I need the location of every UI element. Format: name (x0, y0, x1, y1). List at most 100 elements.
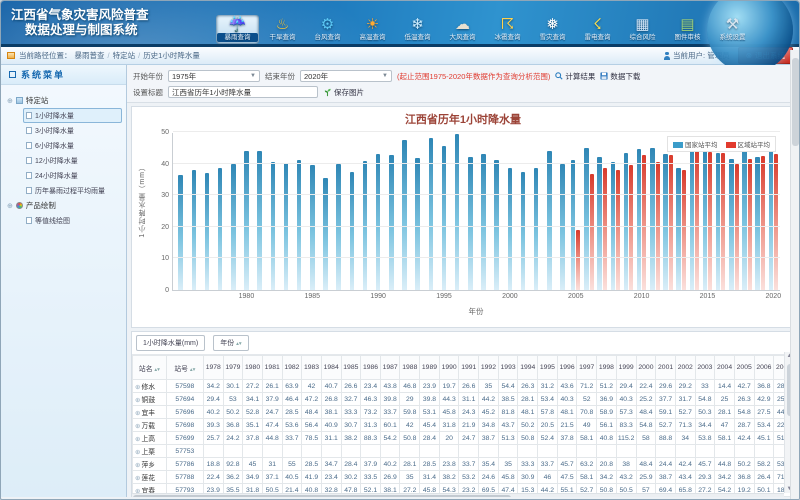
col-year-2001[interactable]: 2001 (656, 356, 676, 380)
sidebar-item-0-5[interactable]: 历年暴雨过程平均雨量 (23, 183, 122, 198)
col-year-1991[interactable]: 1991 (459, 356, 479, 380)
table-row[interactable]: ⊕修水5759834.230.127.226.163.94240.726.623… (133, 380, 794, 393)
col-year-2004[interactable]: 2004 (715, 356, 735, 380)
col-year-2006[interactable]: 2006 (754, 356, 774, 380)
bar-national-2013[interactable] (676, 168, 681, 290)
bar-national-2014[interactable] (690, 143, 695, 290)
bar-regional-2014[interactable] (695, 149, 699, 290)
bar-national-1994[interactable] (429, 138, 434, 290)
table-row[interactable]: ⊕萍乡5778618.892.845315528.534.728.437.940… (133, 458, 794, 471)
bar-national-2012[interactable] (663, 154, 668, 290)
toolbar-item-low-temp-query[interactable]: ❄低温查询 (396, 15, 439, 44)
col-year-2000[interactable]: 2000 (636, 356, 656, 380)
col-year-1996[interactable]: 1996 (557, 356, 577, 380)
col-year-1979[interactable]: 1979 (223, 356, 243, 380)
legend-item[interactable]: 区域站平均 (726, 139, 771, 149)
bar-national-2015[interactable] (703, 151, 708, 290)
end-year-select[interactable]: 2020年▼ (300, 70, 392, 82)
bar-national-1991[interactable] (389, 155, 394, 290)
bar-national-2010[interactable] (637, 149, 642, 290)
toolbar-item-hail-query[interactable]: ☈冰雹查询 (486, 15, 529, 44)
bar-national-1978[interactable] (218, 168, 223, 290)
toolbar-item-typhoon-query[interactable]: ⚙台风查询 (306, 15, 349, 44)
chart-title-input[interactable]: 江西省历年1小时降水量 (168, 86, 318, 98)
row-expand-icon[interactable]: ⊕ (135, 475, 140, 482)
bar-national-1996[interactable] (455, 134, 460, 290)
bar-national-2017[interactable] (729, 159, 734, 290)
col-year-1999[interactable]: 1999 (616, 356, 636, 380)
row-expand-icon[interactable]: ⊕ (135, 384, 140, 391)
table-row[interactable]: ⊕上栗57753 (133, 445, 794, 458)
bar-national-2002[interactable] (534, 168, 539, 290)
sidebar-item-0-1[interactable]: 3小时降水量 (23, 123, 122, 138)
bar-national-2000[interactable] (508, 168, 513, 290)
year-sort-box[interactable]: 年份 ▴▾ (213, 335, 248, 351)
row-expand-icon[interactable]: ⊕ (135, 462, 140, 469)
toolbar-item-snow-query[interactable]: ❅雪灾查询 (531, 15, 574, 44)
bar-national-1981[interactable] (257, 151, 262, 290)
col-year-1997[interactable]: 1997 (577, 356, 597, 380)
toolbar-item-comprehensive-risk[interactable]: ▦综合风险 (621, 15, 664, 44)
toolbar-item-rainstorm-query[interactable]: ☔暴雨查询 (216, 15, 259, 44)
bar-regional-2018[interactable] (748, 159, 752, 290)
bar-national-2018[interactable] (742, 144, 747, 290)
bar-national-2001[interactable] (521, 172, 526, 290)
col-year-1985[interactable]: 1985 (341, 356, 361, 380)
col-year-1995[interactable]: 1995 (538, 356, 558, 380)
toolbar-item-high-temp-query[interactable]: ☀高温查询 (351, 15, 394, 44)
table-row[interactable]: ⊕上高5769925.724.237.844.833.778.531.138.2… (133, 432, 794, 445)
bar-regional-2008[interactable] (616, 170, 620, 290)
sidebar-item-0-2[interactable]: 6小时降水量 (23, 138, 122, 153)
bar-national-2006[interactable] (584, 148, 589, 290)
bar-regional-2016[interactable] (721, 153, 725, 290)
col-year-1998[interactable]: 1998 (597, 356, 617, 380)
legend-item[interactable]: 国家站平均 (673, 139, 718, 149)
sidebar-item-0-0[interactable]: 1小时降水量 (23, 108, 122, 123)
bar-regional-2019[interactable] (761, 156, 765, 290)
breadcrumb-item[interactable]: 暴雨普查 (75, 51, 105, 60)
col-station[interactable]: 站名 ▴▾ (133, 356, 167, 380)
col-year-1978[interactable]: 1978 (203, 356, 223, 380)
bar-regional-2020[interactable] (774, 154, 778, 290)
toolbar-item-map-review[interactable]: ▤图件审核 (666, 15, 709, 44)
bar-national-2007[interactable] (597, 157, 602, 290)
col-year-2003[interactable]: 2003 (695, 356, 715, 380)
bar-national-1988[interactable] (350, 172, 355, 291)
bar-national-1980[interactable] (244, 151, 249, 290)
unit-filter-box[interactable]: 1小时降水量(mm) (136, 335, 205, 351)
toolbar-item-drought-query[interactable]: ♨干旱查询 (261, 15, 304, 44)
col-year-1980[interactable]: 1980 (243, 356, 263, 380)
bar-regional-2013[interactable] (682, 170, 686, 290)
col-year-1990[interactable]: 1990 (439, 356, 459, 380)
col-year-1988[interactable]: 1988 (400, 356, 420, 380)
bar-national-1993[interactable] (415, 158, 420, 290)
col-year-1984[interactable]: 1984 (321, 356, 341, 380)
window-scrollbar[interactable] (790, 50, 799, 499)
table-row[interactable]: ⊕莲花5778822.436.234.937.140.541.923.430.2… (133, 471, 794, 484)
row-expand-icon[interactable]: ⊕ (135, 449, 140, 456)
start-year-select[interactable]: 1975年▼ (168, 70, 260, 82)
col-year-2002[interactable]: 2002 (675, 356, 695, 380)
bar-national-1976[interactable] (192, 170, 197, 290)
table-horizontal-scrollbar[interactable] (132, 493, 784, 497)
download-button[interactable]: 数据下载 (600, 71, 640, 82)
bar-regional-2015[interactable] (708, 152, 712, 290)
save-image-button[interactable]: 保存图片 (323, 87, 364, 98)
sidebar-group-1[interactable]: ⊕产品绘制 (7, 198, 122, 213)
sidebar-item-0-4[interactable]: 24小时降水量 (23, 168, 122, 183)
col-year-1994[interactable]: 1994 (518, 356, 538, 380)
expand-icon[interactable]: ⊕ (7, 97, 13, 105)
bar-national-2009[interactable] (624, 153, 629, 290)
col-year-1981[interactable]: 1981 (262, 356, 282, 380)
col-year-1986[interactable]: 1986 (361, 356, 381, 380)
col-year-1983[interactable]: 1983 (302, 356, 322, 380)
bar-regional-2010[interactable] (642, 155, 646, 290)
bar-national-1985[interactable] (310, 165, 315, 290)
toolbar-item-system-settings[interactable]: ⚒系统设置 (711, 15, 754, 44)
bar-national-1998[interactable] (481, 154, 486, 291)
row-expand-icon[interactable]: ⊕ (135, 436, 140, 443)
col-year-1989[interactable]: 1989 (420, 356, 440, 380)
row-expand-icon[interactable]: ⊕ (135, 410, 140, 417)
bar-national-2019[interactable] (755, 157, 760, 290)
bar-national-2003[interactable] (547, 151, 552, 290)
